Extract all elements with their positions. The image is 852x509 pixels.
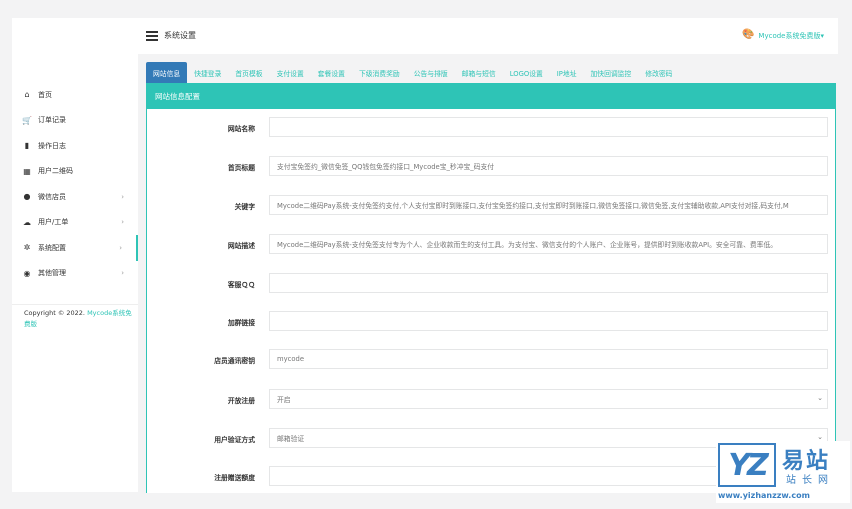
chevron-right-icon: ›	[121, 269, 124, 278]
field-input[interactable]	[269, 117, 828, 137]
sidebar-item-label: 用户/工单	[38, 218, 69, 227]
watermark-url: www.yizhanzzw.com	[718, 491, 810, 500]
field-label: 网站名称	[227, 125, 255, 133]
user-menu[interactable]: Mycode系统免费版▾	[758, 31, 824, 41]
tab-0[interactable]: 网站信息	[146, 62, 188, 83]
home-icon: ⌂	[24, 90, 30, 100]
copyright-text: Copyright © 2022.	[24, 309, 88, 317]
field-label: 关键字	[234, 203, 255, 211]
sidebar-item-4[interactable]: ● 微信店员 ›	[12, 184, 138, 210]
sidebar-item-label: 其他管理	[38, 269, 66, 278]
form-row: 开放注册 开启 ⌄	[147, 389, 835, 409]
watermark-logo: YZ	[718, 443, 776, 487]
form-row: 关键字 Mycode二维码Pay系统-支付免签约支付,个人支付宝即时到账接口,支付…	[147, 195, 835, 215]
tab-5[interactable]: 下级消费奖励	[352, 62, 407, 83]
sidebar: ⌂ 首页 🛒 订单记录 ▮ 操作日志 ▦ 用户二维码 ● 微信店员 › ☁ 用户/工单 › ✲ 系统配置 › ◉ 其…	[12, 18, 138, 492]
sidebar-item-1[interactable]: 🛒 订单记录	[12, 108, 138, 134]
field-input[interactable]: 支付宝免签约_微信免签_QQ钱包免签约接口_Mycode宝_秒冲宝_码支付	[269, 156, 828, 176]
chevron-down-icon: ⌄	[817, 394, 823, 402]
tab-9[interactable]: IP地址	[550, 62, 584, 83]
form-row: 网站描述 Mycode二维码Pay系统-支付免签支付专为个人、企业收款而生的支付工…	[147, 234, 835, 254]
sidebar-divider	[12, 304, 138, 305]
sidebar-item-label: 微信店员	[38, 192, 66, 201]
sidebar-item-5[interactable]: ☁ 用户/工单 ›	[12, 210, 138, 236]
palette-icon[interactable]: 🎨	[742, 29, 754, 40]
watermark: YZ 易站 站长网 www.yizhanzzw.com	[716, 441, 850, 503]
copyright: Copyright © 2022. Mycode系统免费版	[24, 308, 132, 330]
sidebar-item-0[interactable]: ⌂ 首页	[12, 82, 138, 108]
page-title: 系统设置	[164, 31, 196, 40]
book-icon: ▮	[24, 141, 30, 151]
chevron-down-icon: ⌄	[817, 433, 823, 441]
field-input[interactable]: mycode	[269, 349, 828, 369]
field-input[interactable]	[269, 273, 828, 293]
page: ⌂ 首页 🛒 订单记录 ▮ 操作日志 ▦ 用户二维码 ● 微信店员 › ☁ 用户/工单 › ✲ 系统配置 › ◉ 其…	[0, 0, 852, 509]
tab-11[interactable]: 修改密码	[638, 62, 679, 83]
gear-icon: ✲	[23, 243, 31, 253]
tab-1[interactable]: 快捷登录	[187, 62, 228, 83]
field-label: 首页标题	[227, 164, 255, 172]
chevron-right-icon: ›	[119, 243, 122, 252]
sidebar-item-7[interactable]: ◉ 其他管理 ›	[12, 261, 138, 287]
top-header: 系统设置 🎨 Mycode系统免费版▾	[138, 18, 838, 54]
tab-6[interactable]: 公告与排版	[407, 62, 455, 83]
sidebar-item-6[interactable]: ✲ 系统配置 ›	[12, 235, 138, 261]
sidebar-item-label: 订单记录	[38, 116, 66, 125]
field-select[interactable]: 开启	[269, 389, 828, 409]
sidebar-item-3[interactable]: ▦ 用户二维码	[12, 159, 138, 185]
field-label: 客服ＱＱ	[227, 281, 255, 289]
field-input[interactable]: Mycode二维码Pay系统-支付免签支付专为个人、企业收款而生的支付工具。为支…	[269, 234, 828, 254]
field-label: 店员通讯密钥	[214, 357, 255, 365]
watermark-subtitle: 站长网	[786, 475, 834, 486]
field-input[interactable]	[269, 311, 828, 331]
form-row: 首页标题 支付宝免签约_微信免签_QQ钱包免签约接口_Mycode宝_秒冲宝_码支…	[147, 156, 835, 176]
tab-3[interactable]: 支付设置	[270, 62, 311, 83]
settings-tabs: 网站信息 快捷登录 首页模板 支付设置 套餐设置 下级消费奖励 公告与排版 邮箱与短信 LOGO…	[146, 62, 679, 83]
cart-icon: 🛒	[22, 115, 32, 125]
field-label: 注册赠送额度	[214, 474, 255, 482]
wechat-icon: ●	[23, 192, 31, 202]
field-label: 加群链接	[227, 319, 255, 327]
cloud-icon: ☁	[23, 217, 31, 227]
chevron-right-icon: ›	[121, 192, 124, 201]
settings-panel: 网站信息配置 网站名称首页标题 支付宝免签约_微信免签_QQ钱包免签约接口_Myc…	[146, 83, 836, 493]
chevron-right-icon: ›	[121, 218, 124, 227]
tab-10[interactable]: 加快回调监控	[584, 62, 639, 83]
field-label: 开放注册	[227, 397, 255, 405]
field-label: 网站描述	[227, 242, 255, 250]
tab-8[interactable]: LOGO设置	[503, 62, 550, 83]
sidebar-item-label: 操作日志	[38, 141, 66, 150]
sidebar-item-label: 系统配置	[38, 243, 66, 252]
form-row: 网站名称	[147, 117, 835, 137]
panel-title: 网站信息配置	[147, 84, 835, 109]
field-label: 用户验证方式	[214, 436, 255, 444]
form-row: 加群链接	[147, 311, 835, 331]
menu-toggle-icon[interactable]	[146, 31, 158, 41]
compass-icon: ◉	[23, 268, 31, 278]
form-row: 店员通讯密钥 mycode	[147, 349, 835, 369]
tab-4[interactable]: 套餐设置	[311, 62, 352, 83]
sidebar-nav: ⌂ 首页 🛒 订单记录 ▮ 操作日志 ▦ 用户二维码 ● 微信店员 › ☁ 用户/工单 › ✲ 系统配置 › ◉ 其…	[12, 82, 138, 286]
tab-2[interactable]: 首页模板	[228, 62, 269, 83]
field-input[interactable]: Mycode二维码Pay系统-支付免签约支付,个人支付宝即时到账接口,支付宝免签…	[269, 195, 828, 215]
sidebar-item-label: 首页	[38, 90, 52, 99]
form-row: 客服ＱＱ	[147, 273, 835, 293]
tab-7[interactable]: 邮箱与短信	[455, 62, 503, 83]
qrcode-icon: ▦	[23, 166, 31, 176]
sidebar-item-label: 用户二维码	[38, 167, 73, 176]
sidebar-item-2[interactable]: ▮ 操作日志	[12, 133, 138, 159]
